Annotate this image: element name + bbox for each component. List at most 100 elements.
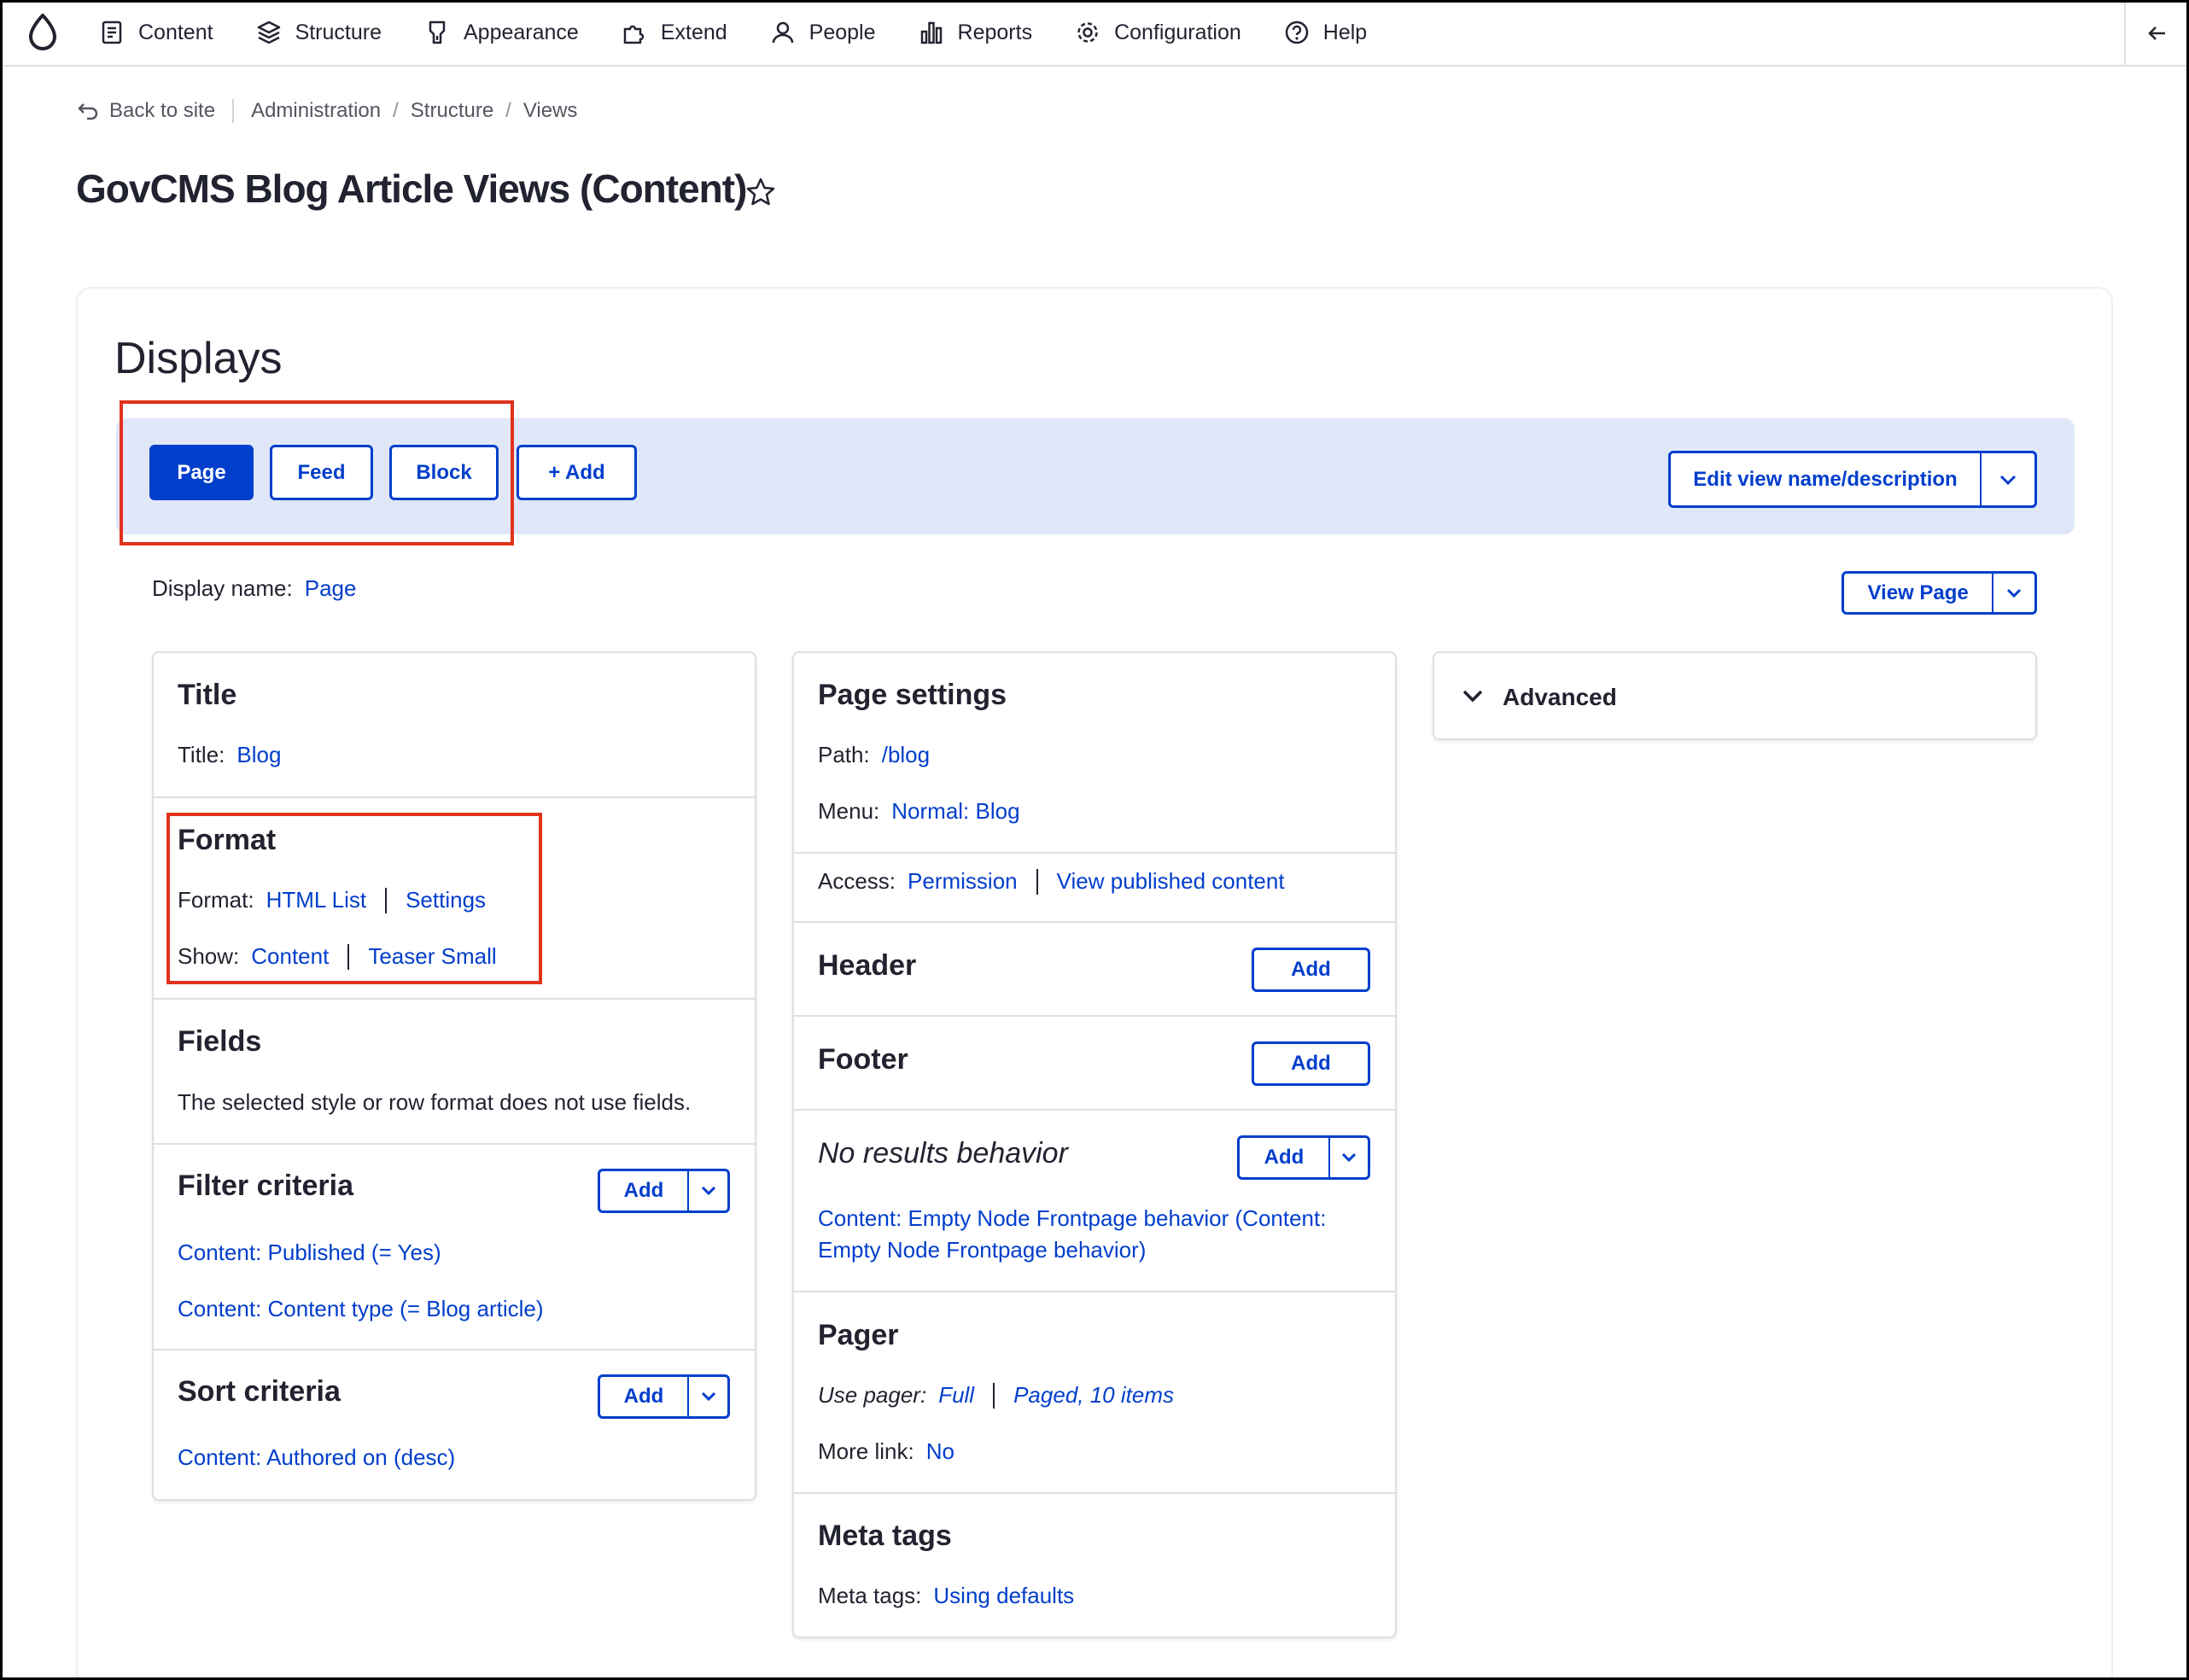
empty-node-behavior-link[interactable]: Content: Empty Node Frontpage behavior (…: [818, 1205, 1326, 1232]
more-link-label: More link:: [818, 1438, 914, 1464]
sort-add-button[interactable]: Add: [600, 1377, 689, 1416]
section-divider: [154, 1349, 755, 1350]
toolbar-label: Appearance: [464, 20, 579, 44]
separator: [1036, 868, 1038, 895]
more-link-row: More link: No: [818, 1438, 954, 1465]
appearance-icon: [429, 20, 446, 44]
show-row: Show: Content Teaser Small: [178, 943, 497, 970]
separator: [347, 943, 350, 970]
filter-content-type-link[interactable]: Content: Content type (= Blog article): [178, 1296, 544, 1322]
access-detail-link[interactable]: View published content: [1057, 868, 1285, 895]
filter-section-heading: Filter criteria: [178, 1170, 353, 1202]
fields-section-heading: Fields: [178, 1025, 262, 1058]
toolbar-label: Help: [1322, 20, 1368, 44]
toolbar-extend[interactable]: Extend: [600, 0, 749, 66]
access-link[interactable]: Permission: [908, 868, 1018, 895]
toolbar-people[interactable]: People: [749, 0, 897, 66]
format-settings-link[interactable]: Settings: [406, 887, 486, 913]
section-divider: [794, 1492, 1395, 1494]
view-page-button[interactable]: View Page: [1844, 574, 1994, 612]
display-name-row: Display name: Page: [152, 575, 356, 602]
collapse-toolbar-button[interactable]: [2124, 0, 2189, 67]
format-row: Format: HTML List Settings: [178, 887, 486, 913]
no-results-heading: No results behavior: [818, 1137, 1068, 1170]
edit-view-name-button[interactable]: Edit view name/description: [1671, 453, 1982, 505]
tab-block[interactable]: Block: [389, 445, 499, 500]
access-row: Access: Permission View published conten…: [818, 868, 1285, 895]
pager-section-heading: Pager: [818, 1319, 899, 1351]
section-divider: [154, 998, 755, 1000]
tab-feed[interactable]: Feed: [270, 445, 373, 500]
show-link[interactable]: Content: [251, 943, 329, 970]
advanced-details[interactable]: Advanced: [1433, 651, 2037, 740]
extend-icon: [623, 25, 645, 44]
more-link-value[interactable]: No: [926, 1438, 954, 1465]
format-link[interactable]: HTML List: [266, 887, 367, 913]
toolbar-content[interactable]: Content: [85, 0, 235, 66]
add-display-button[interactable]: + Add: [517, 445, 637, 500]
meta-tags-row: Meta tags: Using defaults: [818, 1583, 1074, 1609]
footer-section-heading: Footer: [818, 1043, 908, 1076]
chevron-down-icon[interactable]: [1982, 453, 2034, 505]
show-label: Show:: [178, 943, 240, 969]
advanced-label: Advanced: [1503, 684, 1617, 710]
filter-item: Content: Content type (= Blog article): [178, 1296, 544, 1322]
toolbar-reports[interactable]: Reports: [897, 0, 1054, 66]
chevron-down-icon: [1462, 690, 1483, 703]
fields-note: The selected style or row format does no…: [178, 1089, 692, 1115]
filter-published-link[interactable]: Content: Published (= Yes): [178, 1240, 441, 1266]
section-divider: [794, 1015, 1395, 1017]
separator: [385, 887, 388, 913]
menu-link[interactable]: Normal: Blog: [891, 798, 1019, 825]
admin-toolbar: Content Structure Appearance Extend Peop…: [0, 0, 2189, 67]
no-results-item: Empty Node Frontpage behavior): [818, 1237, 1146, 1263]
structure-icon: [257, 20, 280, 44]
title-row: Title: Blog: [178, 742, 281, 768]
path-link[interactable]: /blog: [882, 742, 930, 768]
toolbar-label: Reports: [957, 20, 1033, 44]
no-results-add-dropbutton: Add: [1237, 1135, 1370, 1180]
meta-tags-heading: Meta tags: [818, 1520, 952, 1552]
sort-authored-link[interactable]: Content: Authored on (desc): [178, 1444, 455, 1471]
arrow-left-icon: [2148, 26, 2165, 40]
toolbar-configuration[interactable]: Configuration: [1054, 0, 1263, 66]
breadcrumb-separator: /: [393, 99, 399, 122]
toolbar-appearance[interactable]: Appearance: [403, 0, 600, 66]
empty-node-behavior-link-cont[interactable]: Empty Node Frontpage behavior): [818, 1237, 1146, 1263]
chevron-down-icon[interactable]: [689, 1377, 727, 1416]
pager-options-link[interactable]: Paged, 10 items: [1013, 1382, 1174, 1409]
sort-add-dropbutton: Add: [598, 1374, 730, 1419]
section-divider: [154, 1143, 755, 1145]
no-results-add-button[interactable]: Add: [1240, 1138, 1330, 1177]
pager-type-link[interactable]: Full: [938, 1382, 974, 1409]
toolbar-help[interactable]: Help: [1263, 0, 1388, 66]
toolbar-structure[interactable]: Structure: [235, 0, 403, 66]
back-to-site-link[interactable]: Back to site: [77, 99, 235, 123]
title-link[interactable]: Blog: [236, 742, 281, 768]
footer-add-button[interactable]: Add: [1252, 1041, 1370, 1086]
sort-section-heading: Sort criteria: [178, 1375, 341, 1408]
breadcrumb-structure[interactable]: Structure: [411, 99, 493, 123]
drupal-logo-icon[interactable]: [0, 0, 85, 66]
format-section-heading: Format: [178, 824, 277, 856]
chevron-down-icon[interactable]: [689, 1171, 727, 1210]
header-section-heading: Header: [818, 949, 917, 982]
header-add-button[interactable]: Add: [1252, 948, 1370, 992]
display-name-link[interactable]: Page: [305, 575, 357, 602]
section-divider: [794, 852, 1395, 854]
chevron-down-icon[interactable]: [1993, 574, 2034, 612]
title-section-heading: Title: [178, 679, 237, 711]
breadcrumb-views[interactable]: Views: [523, 99, 578, 123]
chevron-down-icon[interactable]: [1330, 1138, 1368, 1177]
meta-tags-link[interactable]: Using defaults: [933, 1583, 1074, 1609]
path-label: Path:: [818, 742, 870, 767]
filter-add-button[interactable]: Add: [600, 1171, 689, 1210]
meta-tags-label: Meta tags:: [818, 1583, 922, 1608]
toolbar-label: People: [808, 20, 876, 44]
use-pager-label: Use pager:: [818, 1382, 927, 1408]
star-icon[interactable]: [744, 177, 777, 212]
no-results-item: Content: Empty Node Frontpage behavior (…: [818, 1205, 1326, 1232]
view-mode-link[interactable]: Teaser Small: [368, 943, 496, 970]
breadcrumb-administration[interactable]: Administration: [251, 99, 381, 123]
tab-page[interactable]: Page: [149, 445, 254, 500]
